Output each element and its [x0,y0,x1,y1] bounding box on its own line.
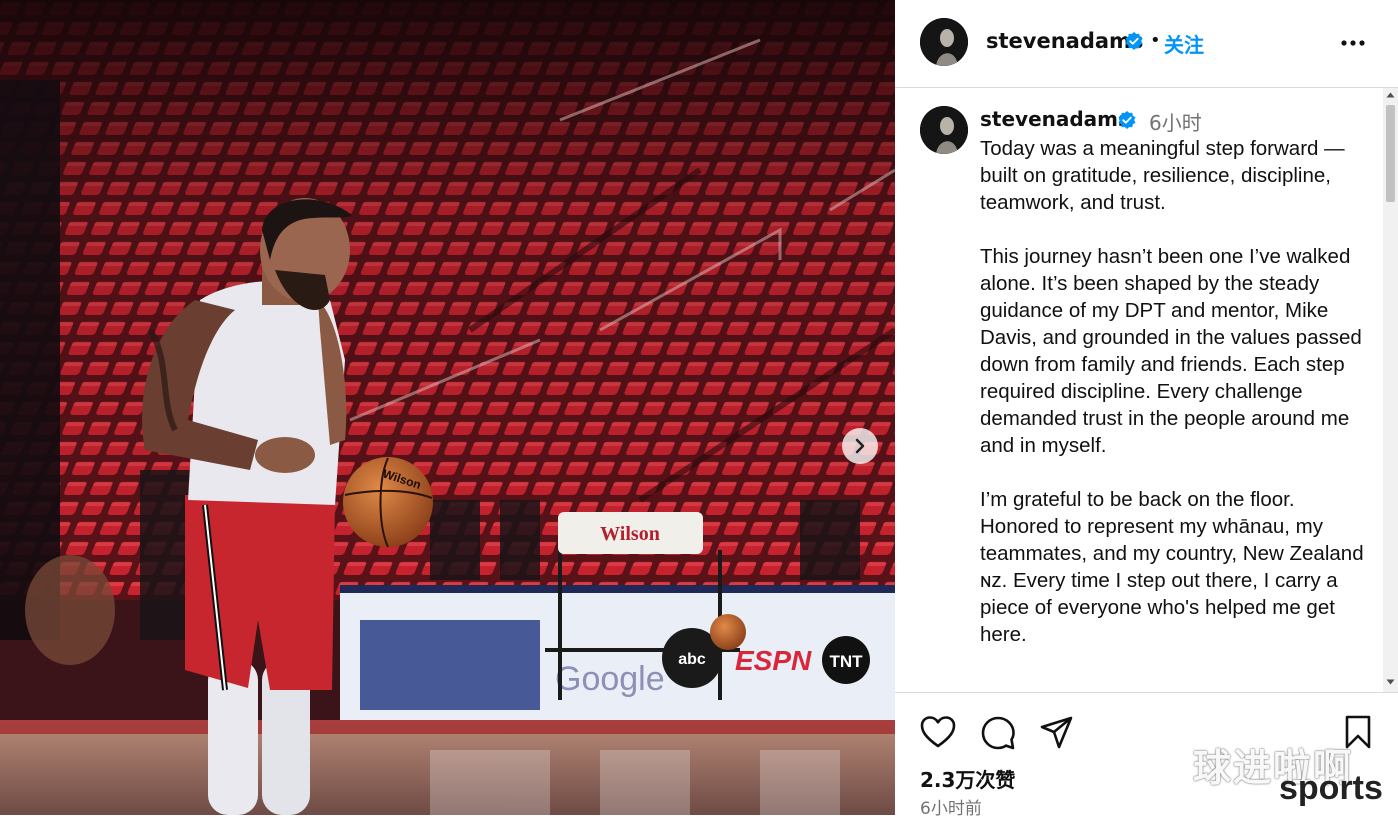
scrollbar-thumb[interactable] [1386,105,1395,202]
avatar[interactable] [920,18,968,66]
caption-scrollbar[interactable] [1383,88,1398,692]
cart-sign-text: Wilson [600,523,660,545]
post-side-panel: stevenadams • 关注 stevenadams 6小时 Today w [895,0,1398,819]
next-photo-button[interactable] [842,428,878,464]
post-timestamp: 6小时前 [920,799,982,819]
post-header: stevenadams • 关注 [895,0,1398,88]
ad-abc-text: abc [678,651,706,668]
caption-avatar[interactable] [920,106,968,154]
arena-photo: Google abc ESPN TNT Wilson Wilson [0,0,895,815]
header-username[interactable]: stevenadams [986,29,1143,53]
follow-button[interactable]: 关注 [1164,29,1204,58]
heart-icon[interactable] [920,715,956,749]
chevron-right-icon [855,438,865,454]
post-actions-footer: 2.3万次赞 6小时前 球进啦啊 sports [895,692,1398,819]
caption-time[interactable]: 6小时 [1149,107,1202,136]
more-horizontal-icon[interactable] [1341,40,1365,46]
scroll-up-arrow-icon[interactable] [1386,91,1395,99]
ad-google-text: Google [555,660,665,698]
verified-badge-icon [1118,111,1136,129]
comment-icon[interactable] [980,715,1016,751]
ad-espn-text: ESPN [735,645,812,676]
header-separator: • [1150,30,1161,51]
share-icon[interactable] [1040,715,1074,749]
scroll-down-arrow-icon[interactable] [1386,678,1395,686]
watermark-english: sports [1279,769,1383,807]
verified-badge-icon [1125,32,1143,50]
caption-text: Today was a meaningful step forward —bui… [980,137,1364,646]
post-photo: Google abc ESPN TNT Wilson Wilson [0,0,895,815]
ad-tnt-text: TNT [829,652,863,671]
likes-count[interactable]: 2.3万次赞 [920,764,1015,793]
caption-username[interactable]: stevenadams [980,107,1130,131]
caption-section: stevenadams 6小时 Today was a meaningful s… [895,88,1398,692]
